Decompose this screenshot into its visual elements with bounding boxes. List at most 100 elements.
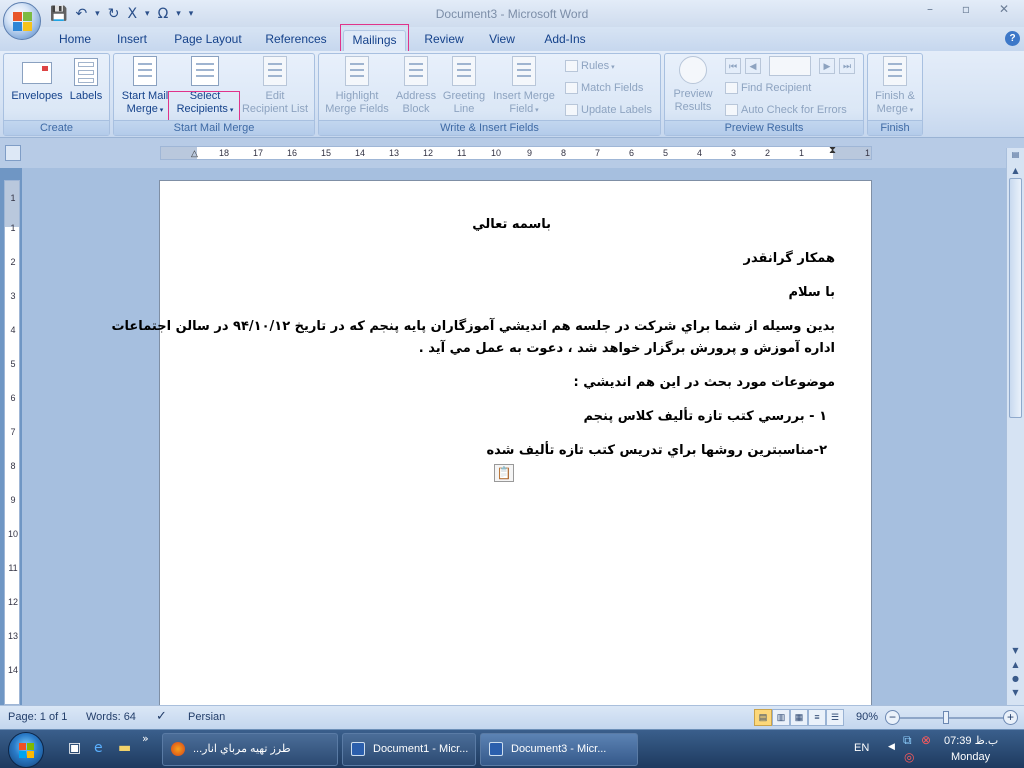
page-count[interactable]: Page: 1 of 1 <box>8 711 67 723</box>
insert-merge-field-button[interactable]: Insert Merge Field ▾ <box>489 56 559 117</box>
finish-merge-button[interactable]: Finish & Merge ▾ <box>870 56 920 117</box>
scroll-down-icon[interactable]: ▼ <box>1007 646 1024 660</box>
ruler-toggle-icon[interactable]: ▤ <box>1007 150 1024 164</box>
tab-review[interactable]: Review <box>419 30 469 51</box>
tab-home[interactable]: Home <box>52 30 98 51</box>
word-count[interactable]: Words: 64 <box>86 711 136 723</box>
antivirus-icon[interactable]: ◎ <box>904 750 914 764</box>
ruler-label: 4 <box>10 325 16 335</box>
indent-marker-icon[interactable]: ⧗ <box>829 145 836 156</box>
clock-time[interactable]: 07:39 ب.ظ <box>944 734 998 747</box>
record-number-input[interactable] <box>769 56 811 76</box>
taskbar-item-document1[interactable]: Document1 - Micr... <box>342 733 476 766</box>
greeting-line2: Line <box>453 103 475 115</box>
ruler-label: 1 <box>865 148 871 158</box>
print-layout-icon[interactable]: ▤ <box>754 709 772 726</box>
proofing-icon[interactable]: ✓ <box>156 708 167 724</box>
preview-results-button[interactable]: Preview Results <box>668 56 718 114</box>
tab-add-ins[interactable]: Add-Ins <box>538 30 592 51</box>
web-layout-icon[interactable]: ▦ <box>790 709 808 726</box>
zoom-slider[interactable] <box>900 717 1004 719</box>
window-title: Document3 - Microsoft Word <box>435 7 589 21</box>
tab-view[interactable]: View <box>482 30 522 51</box>
labels-button[interactable]: Labels <box>66 56 106 103</box>
show-desktop-icon[interactable]: ▣ <box>68 740 81 756</box>
chevron-down-icon: ▾ <box>157 107 164 114</box>
ruler-label: 14 <box>355 148 366 158</box>
tab-page-layout[interactable]: Page Layout <box>170 30 246 51</box>
horizontal-ruler[interactable]: 18 17 16 15 14 13 12 11 10 9 8 7 6 5 4 3… <box>160 145 872 160</box>
envelopes-button[interactable]: Envelopes <box>8 56 66 103</box>
tab-references[interactable]: References <box>260 30 332 51</box>
view-buttons: ▤ ▥ ▦ ≡ ☰ <box>754 709 846 726</box>
outline-icon[interactable]: ≡ <box>808 709 826 726</box>
zoom-slider-thumb[interactable] <box>943 711 949 724</box>
previous-record-icon[interactable]: ◀ <box>745 58 761 74</box>
minimize-icon[interactable]: – <box>912 2 948 22</box>
ruler-label: 4 <box>697 148 703 158</box>
language-indicator[interactable]: Persian <box>188 711 225 723</box>
maximize-icon[interactable]: ▫ <box>948 2 984 22</box>
clock-day[interactable]: Monday <box>951 751 990 763</box>
quicklaunch-more-icon[interactable]: » <box>142 732 149 745</box>
start-button[interactable] <box>8 732 44 768</box>
rules-button[interactable]: Rules ▾ <box>563 57 615 75</box>
ruler-label: 1 <box>799 148 805 158</box>
network-icon[interactable]: ⧉ <box>903 733 912 748</box>
zoom-level[interactable]: 90% <box>856 711 878 723</box>
ribbon-tabs: Home Insert Page Layout References Maili… <box>0 24 1024 54</box>
find-recipient-button[interactable]: Find Recipient <box>723 79 811 97</box>
first-record-icon[interactable]: ⏮ <box>725 58 741 74</box>
office-button[interactable] <box>3 2 41 40</box>
vertical-scrollbar[interactable]: ▤ ▲ ▼ ▲ ● ▼ <box>1006 148 1024 705</box>
tab-insert[interactable]: Insert <box>108 30 156 51</box>
vertical-ruler[interactable]: 1 1 2 3 4 5 6 7 8 9 10 11 12 13 14 <box>4 180 20 705</box>
help-icon[interactable]: ? <box>1005 31 1020 46</box>
taskbar-item-firefox[interactable]: ...طرز تهيه مرباي انار <box>162 733 338 766</box>
ruler-label: 11 <box>457 148 467 158</box>
ruler-label: 6 <box>629 148 635 158</box>
finish-line2: Merge <box>876 103 908 115</box>
start-mail-merge-line1: Start Mail <box>121 90 169 102</box>
address-block-icon <box>404 56 428 86</box>
labels-icon <box>74 58 98 86</box>
ruler-label: 3 <box>731 148 737 158</box>
language-bar[interactable]: EN <box>854 742 869 754</box>
next-record-icon[interactable]: ▶ <box>819 58 835 74</box>
update-labels-button[interactable]: Update Labels <box>563 101 652 119</box>
ruler-label: 6 <box>10 393 16 403</box>
ruler-label: 9 <box>10 495 16 505</box>
highlight-line2: Merge Fields <box>325 103 389 115</box>
ruler-label: 10 <box>8 529 19 539</box>
close-icon[interactable]: ✕ <box>986 2 1022 22</box>
start-mail-merge-button[interactable]: Start Mail Merge ▾ <box>117 56 173 117</box>
document-page[interactable]: باسمه تعالي همكار گرانقدر با سلام بدين و… <box>111 180 872 705</box>
next-page-icon[interactable]: ▼ <box>1007 688 1024 702</box>
auto-check-errors-button[interactable]: Auto Check for Errors <box>723 101 847 119</box>
select-browse-object-icon[interactable]: ● <box>1007 674 1024 688</box>
taskbar-item-document3[interactable]: Document3 - Micr... <box>480 733 638 766</box>
envelopes-label: Envelopes <box>11 90 63 102</box>
greeting-line-button[interactable]: Greeting Line <box>439 56 489 116</box>
tab-mailings[interactable]: Mailings <box>340 24 409 54</box>
tray-expand-icon[interactable]: ◀ <box>888 741 895 752</box>
last-record-icon[interactable]: ⏭ <box>839 58 855 74</box>
edit-recipient-list-button[interactable]: Edit Recipient List <box>240 56 310 116</box>
address-block-button[interactable]: Address Block <box>393 56 439 116</box>
security-shield-icon[interactable]: ⊗ <box>921 733 931 747</box>
file-explorer-icon[interactable]: ▬ <box>118 740 131 756</box>
paste-options-icon[interactable]: 📋 <box>494 464 514 482</box>
right-indent-marker-icon[interactable]: △ <box>191 148 198 159</box>
zoom-in-icon[interactable]: + <box>1003 710 1018 725</box>
match-fields-button[interactable]: Match Fields <box>563 79 643 97</box>
scrollbar-thumb[interactable] <box>1009 178 1022 418</box>
highlight-line1: Highlight <box>335 90 379 102</box>
internet-explorer-icon[interactable]: e <box>94 740 103 756</box>
full-screen-reading-icon[interactable]: ▥ <box>772 709 790 726</box>
draft-icon[interactable]: ☰ <box>826 709 844 726</box>
zoom-out-icon[interactable]: − <box>885 710 900 725</box>
edit-list-icon <box>263 56 287 86</box>
previous-page-icon[interactable]: ▲ <box>1007 660 1024 674</box>
highlight-merge-fields-button[interactable]: Highlight Merge Fields <box>322 56 392 116</box>
tab-selector-icon[interactable] <box>5 145 21 161</box>
